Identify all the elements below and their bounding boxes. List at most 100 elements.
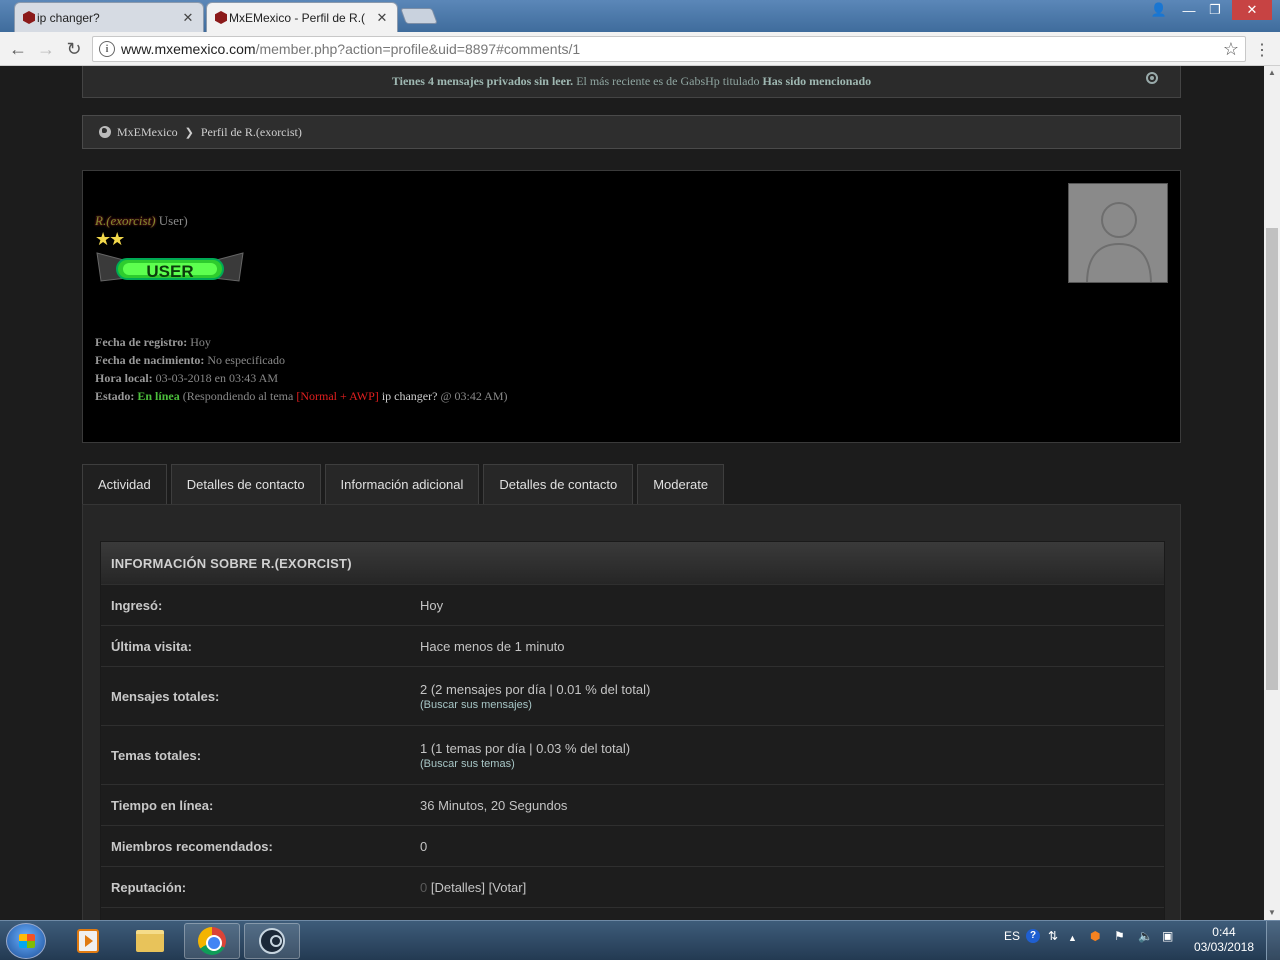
table-row: Miembros recomendados: 0 [101,825,1164,866]
site-favicon-icon [23,11,35,24]
action-center-flag-icon[interactable]: ⚑ [1114,929,1125,943]
site-info-icon[interactable]: i [99,41,115,57]
thread-link[interactable]: ip changer? [379,389,438,403]
network-arrows-icon[interactable]: ⇅ [1048,929,1058,943]
new-tab-button[interactable] [400,8,438,24]
site-favicon-icon [215,11,227,24]
thread-prefix-tag: [Normal + AWP] [296,389,379,403]
volume-icon[interactable]: 🔈 [1138,929,1153,943]
row-value: Hace menos de 1 minuto [420,638,565,654]
tab-detalles-contacto-2[interactable]: Detalles de contacto [483,464,634,504]
tab-actividad[interactable]: Actividad [82,464,167,504]
breadcrumb-current: Perfil de R.(exorcist) [200,124,302,139]
tab-close-icon[interactable]: ✕ [375,10,389,26]
row-value: 36 Minutos, 20 Segundos [420,797,568,813]
row-value: Hoy [420,597,444,613]
network-icon[interactable]: ▣ [1162,929,1173,943]
table-row [101,907,1164,920]
row-label: Mensajes totales: [111,688,220,704]
bookmark-star-icon[interactable]: ☆ [1223,39,1239,60]
row-label: Miembros recomendados: [111,838,273,854]
usergroup: User) [155,213,188,228]
pm-notice-subject[interactable]: Has sido mencionado [762,74,871,88]
table-row: Mensajes totales: 2 (2 mensajes por día … [101,666,1164,725]
table-row: Tiempo en línea: 36 Minutos, 20 Segundos [101,784,1164,825]
tab-title: ip changer? [37,10,100,25]
breadcrumb: MxEMexico ❯ Perfil de R.(exorcist) [82,115,1181,149]
browser-tab-profile[interactable]: MxEMexico - Perfil de R.( ✕ [206,2,398,32]
user-profile-icon[interactable]: 👤 [1146,0,1172,20]
pm-notice-text: El más reciente es de GabsHp titulado [573,74,763,88]
rank-badge-text: USER [146,262,193,281]
default-avatar-icon [1086,202,1152,282]
url-host: www.mxemexico.com [121,41,256,57]
address-bar[interactable]: i www.mxemexico.com/member.php?action=pr… [92,36,1246,62]
globe-icon [99,126,111,138]
browser-menu-icon[interactable]: ⋮ [1254,40,1270,60]
local-time: Hora local: 03-03-2018 en 03:43 AM [95,371,278,385]
clock-time: 0:44 [1212,925,1236,939]
table-row: Ingresó: Hoy [101,584,1164,625]
tab-close-icon[interactable]: ✕ [181,10,195,26]
antivirus-icon[interactable]: ⬢ [1090,929,1100,943]
row-label: Tiempo en línea: [111,797,214,813]
help-icon[interactable]: ? [1026,929,1040,943]
online-status: Estado: En línea (Respondiendo al tema [… [95,389,508,403]
table-row: Última visita: Hace menos de 1 minuto [101,625,1164,666]
browser-tab-strip: ip changer? ✕ MxEMexico - Perfil de R.( … [0,0,1280,32]
tray-expand-icon[interactable]: ▲ [1068,933,1077,943]
page-scrollbar[interactable]: ▲ ▼ [1264,66,1280,920]
row-label: Ingresó: [111,597,163,613]
row-value: 2 (2 mensajes por día | 0.01 % del total… [420,681,651,697]
forward-arrow-icon[interactable]: → [34,37,58,61]
steam-icon[interactable] [244,923,300,959]
file-explorer-icon[interactable] [122,923,178,959]
dismiss-notice-icon[interactable] [1146,72,1158,84]
start-button[interactable] [6,923,46,959]
profile-tabs: Actividad Detalles de contacto Informaci… [82,464,728,504]
scrollbar-thumb[interactable] [1266,228,1278,690]
search-posts-link[interactable]: (Buscar sus mensajes) [420,699,1164,711]
profile-header: R.(exorcist) User) ★★ USER Fecha de regi… [82,170,1181,443]
pm-notice-bar: Tienes 4 mensajes privados sin leer. El … [82,66,1181,98]
chrome-icon[interactable] [184,923,240,959]
url-path: /member.php?action=profile&uid=8897#comm… [255,41,581,57]
reputation-links[interactable]: [Detalles] [Votar] [427,880,526,895]
scroll-up-icon[interactable]: ▲ [1264,66,1280,80]
search-threads-link[interactable]: (Buscar sus temas) [420,758,1164,770]
profile-details: Fecha de registro: Hoy Fecha de nacimien… [95,333,508,405]
browser-toolbar: ← → ↻ i www.mxemexico.com/member.php?act… [0,32,1280,66]
activity-panel: INFORMACIÓN SOBRE R.(EXORCIST) Ingresó: … [82,504,1181,920]
browser-tab-ip-changer[interactable]: ip changer? ✕ [14,2,204,32]
row-label: Reputación: [111,879,187,895]
tab-informacion-adicional[interactable]: Información adicional [324,464,480,504]
avatar [1068,183,1168,283]
row-label: Última visita: [111,638,192,654]
tab-title: MxEMexico - Perfil de R.( [229,10,366,25]
info-table-header: INFORMACIÓN SOBRE R.(EXORCIST) [101,542,1164,584]
row-label: Temas totales: [111,747,202,763]
page-viewport: Tienes 4 mensajes privados sin leer. El … [0,66,1264,920]
minimize-icon[interactable]: — [1176,0,1202,20]
show-desktop-button[interactable] [1266,921,1280,960]
table-row: Temas totales: 1 (1 temas por día | 0.03… [101,725,1164,784]
maximize-icon[interactable]: ❐ [1202,0,1228,20]
clock-date: 03/03/2018 [1193,940,1254,954]
info-table: INFORMACIÓN SOBRE R.(EXORCIST) Ingresó: … [100,541,1165,920]
registration-date: Fecha de registro: Hoy [95,335,211,349]
back-arrow-icon[interactable]: ← [6,37,30,61]
language-indicator[interactable]: ES [1004,929,1020,943]
media-player-icon[interactable] [60,923,116,959]
reload-icon[interactable]: ↻ [62,37,86,61]
chevron-right-icon: ❯ [184,126,194,139]
breadcrumb-home-link[interactable]: MxEMexico [117,125,178,140]
rank-badge-image: USER [96,252,244,282]
username-line: R.(exorcist) User) [95,213,188,229]
window-close-icon[interactable]: ✕ [1232,0,1272,20]
system-clock[interactable]: 0:44 03/03/2018 [1194,925,1254,955]
pm-notice-strong[interactable]: Tienes 4 mensajes privados sin leer. [392,74,573,88]
tab-detalles-contacto[interactable]: Detalles de contacto [170,464,321,504]
tab-moderate[interactable]: Moderate [637,464,725,504]
birth-date: Fecha de nacimiento: No especificado [95,353,285,367]
scroll-down-icon[interactable]: ▼ [1264,906,1280,920]
